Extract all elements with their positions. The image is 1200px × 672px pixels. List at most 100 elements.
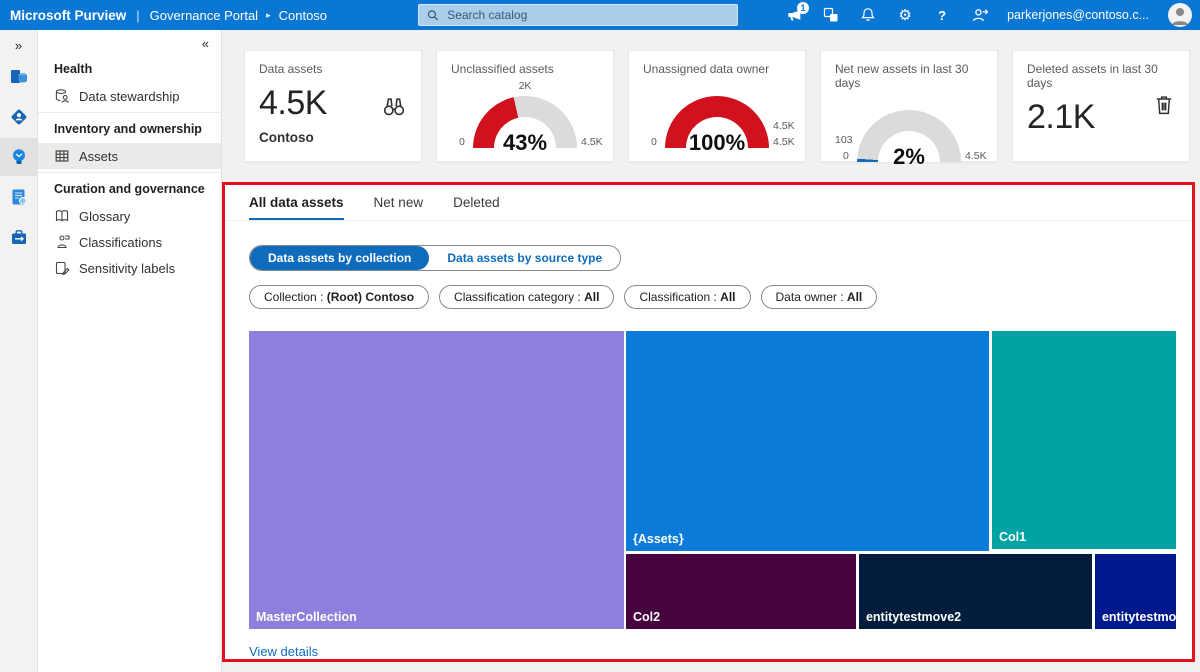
breadcrumb-portal[interactable]: Governance Portal (150, 8, 258, 23)
tab-all-data-assets[interactable]: All data assets (249, 195, 344, 220)
filter-collection[interactable]: Collection : (Root) Contoso (249, 285, 429, 309)
treemap-cell[interactable]: MasterCollection (249, 331, 624, 629)
panel-tabs: All data assets Net new Deleted (225, 185, 1192, 221)
sensitivity-label-icon (54, 260, 70, 276)
gauge-max-label: 4.5K (773, 136, 795, 148)
filter-classification[interactable]: Classification : All (624, 285, 750, 309)
treemap-cell-label: MasterCollection (256, 610, 357, 624)
sidebar-item-data-stewardship[interactable]: Data stewardship (38, 83, 221, 109)
main-content: Data assets 4.5K Contoso Unclassified as… (222, 30, 1200, 672)
catalog-search[interactable] (418, 4, 738, 26)
assets-panel-highlighted: All data assets Net new Deleted Data ass… (222, 182, 1195, 662)
sidebar: « Health Data stewardship Inventory and … (38, 30, 222, 672)
top-header: Microsoft Purview | Governance Portal ▸ … (0, 0, 1200, 30)
view-details-link[interactable]: View details (249, 644, 318, 659)
settings-gear-icon[interactable]: ⚙ (896, 6, 914, 24)
card-title: Net new assets in last 30 days (835, 62, 983, 90)
gauge-unassigned-owner: 100% 4.5K 0 4.5K (643, 94, 791, 156)
treemap-cell-label: entitytestmove2 (866, 610, 961, 624)
card-title: Data assets (259, 62, 407, 76)
notification-badge: 1 (797, 2, 809, 14)
chart-toggle-group: Data assets by collection Data assets by… (249, 245, 621, 271)
rail-data-map-icon[interactable] (0, 58, 38, 96)
card-net-new-assets: Net new assets in last 30 days 2% 103 0 … (820, 50, 998, 162)
sidebar-item-glossary[interactable]: Glossary (38, 203, 221, 229)
toggle-by-source-type[interactable]: Data assets by source type (429, 246, 620, 270)
gauge-percent: 100% (689, 130, 745, 156)
gauge-value-label: 4.5K (773, 120, 795, 132)
gauge-min-label: 0 (651, 136, 657, 148)
breadcrumb-chevron-icon: ▸ (266, 10, 271, 21)
kpi-cards-row: Data assets 4.5K Contoso Unclassified as… (244, 50, 1190, 162)
user-email[interactable]: parkerjones@contoso.c... (1007, 8, 1149, 22)
gauge-min-label: 0 (843, 150, 849, 162)
card-unclassified-assets: Unclassified assets 43% 2K 0 4.5K (436, 50, 614, 162)
sidebar-item-label: Data stewardship (79, 89, 179, 104)
gauge-value-label: 103 (835, 134, 853, 146)
section-divider (38, 112, 221, 113)
gauge-unclassified: 43% 2K 0 4.5K (451, 94, 599, 156)
section-header-inventory: Inventory and ownership (38, 115, 221, 143)
treemap-cell[interactable]: Col2 (626, 554, 856, 629)
toggle-by-collection[interactable]: Data assets by collection (250, 246, 429, 270)
filter-classification-category[interactable]: Classification category : All (439, 285, 614, 309)
rail-data-catalog-icon[interactable] (0, 98, 38, 136)
treemap-cell-label: Col2 (633, 610, 660, 624)
gauge-value-label: 2K (519, 80, 532, 92)
card-deleted-assets: Deleted assets in last 30 days 2.1K (1012, 50, 1190, 162)
card-subtitle: Contoso (259, 130, 314, 145)
app-shell: » « Health Data stewardship Inventory an… (0, 30, 1200, 672)
gauge-min-label: 0 (459, 136, 465, 148)
sidebar-item-sensitivity-labels[interactable]: Sensitivity labels (38, 255, 221, 281)
card-data-assets: Data assets 4.5K Contoso (244, 50, 422, 162)
treemap-cell[interactable]: Col1 (992, 331, 1176, 549)
chart-toggle-row: Data assets by collection Data assets by… (249, 245, 1192, 271)
gauge-max-label: 4.5K (965, 150, 987, 162)
search-icon (427, 9, 439, 22)
sidebar-item-classifications[interactable]: Classifications (38, 229, 221, 255)
treemap-cell-label: Col1 (999, 530, 1026, 544)
help-icon[interactable]: ? (933, 6, 951, 24)
sidebar-item-label: Sensitivity labels (79, 261, 175, 276)
data-stewardship-icon (54, 88, 70, 104)
breadcrumb-tenant[interactable]: Contoso (279, 8, 327, 23)
sidebar-collapse-icon[interactable]: « (202, 36, 209, 51)
filter-row: Collection : (Root) Contoso Classificati… (249, 285, 1192, 309)
notifications-bell-icon[interactable] (859, 6, 877, 24)
rail-data-policy-icon[interactable] (0, 178, 38, 216)
announcements-icon[interactable]: 1 (785, 6, 803, 24)
sidebar-item-label: Glossary (79, 209, 130, 224)
header-actions: 1 ⚙ ? parkerjones@contoso.c... (785, 0, 1192, 30)
search-input[interactable] (445, 7, 729, 23)
card-title: Deleted assets in last 30 days (1027, 62, 1175, 90)
card-unassigned-owner: Unassigned data owner 100% 4.5K 0 4.5K (628, 50, 806, 162)
rail-insights-icon[interactable] (0, 138, 38, 176)
brand-title[interactable]: Microsoft Purview (10, 8, 126, 23)
glossary-book-icon (54, 208, 70, 224)
feedback-icon[interactable] (970, 6, 988, 24)
gauge-percent: 2% (893, 144, 925, 170)
sidebar-item-label: Classifications (79, 235, 162, 250)
section-divider (38, 172, 221, 173)
sidebar-item-assets[interactable]: Assets (38, 143, 221, 169)
rail-management-icon[interactable] (0, 218, 38, 256)
rail-expand-icon[interactable]: » (15, 34, 22, 56)
sidebar-item-label: Assets (79, 149, 118, 164)
section-header-curation: Curation and governance (38, 175, 221, 203)
gauge-max-label: 4.5K (581, 136, 603, 148)
trash-icon (1153, 93, 1175, 122)
section-header-health: Health (38, 55, 221, 83)
treemap-cell-label: entitytestmov... (1102, 610, 1176, 624)
treemap-cell[interactable]: {Assets} (626, 331, 989, 551)
filter-data-owner[interactable]: Data owner : All (761, 285, 878, 309)
avatar[interactable] (1168, 3, 1192, 27)
switch-view-icon[interactable] (822, 6, 840, 24)
tab-net-new[interactable]: Net new (374, 195, 424, 220)
icon-rail: » (0, 30, 38, 672)
treemap-cell-label: {Assets} (633, 532, 684, 546)
treemap-cell[interactable]: entitytestmove2 (859, 554, 1092, 629)
assets-grid-icon (54, 148, 70, 164)
tab-deleted[interactable]: Deleted (453, 195, 500, 220)
collections-treemap: MasterCollection {Assets} Col1 Col2 entityte… (249, 331, 1176, 629)
treemap-cell[interactable]: entitytestmov... (1095, 554, 1176, 629)
